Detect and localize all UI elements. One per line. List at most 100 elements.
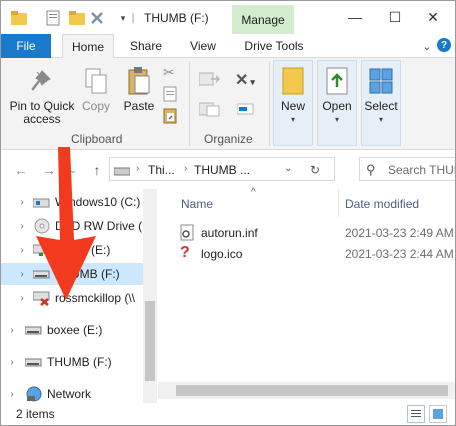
column-header-date[interactable]: Date modified [345,197,419,211]
new-folder-large-icon [278,66,308,96]
pin-quick-access-button[interactable]: Pin to Quick access [7,66,77,126]
move-to-icon[interactable] [198,70,221,88]
chevron-right-icon[interactable]: › [17,269,27,280]
nav-scrollbar-thumb[interactable] [145,301,155,381]
ribbon-overflow [409,66,453,144]
tree-item-dvd[interactable]: › DVD RW Drive (D [1,215,143,237]
open-icon [322,66,352,96]
recent-locations-icon[interactable]: ⌄ [65,162,81,178]
forward-arrow-icon[interactable]: → [41,162,57,178]
tree-item-windows10[interactable]: › Windows10 (C:) [1,191,143,213]
drive-icon [25,323,43,337]
up-arrow-icon[interactable]: ↑ [89,162,105,178]
paste-button[interactable]: Paste [119,66,159,113]
address-dropdown-icon[interactable]: ⌄ [284,163,292,174]
new-button[interactable]: New ▾ [273,66,313,126]
open-button[interactable]: Open ▾ [317,66,357,126]
file-row[interactable]: ? logo.ico 2021-03-23 2:44 AM [178,244,455,265]
breadcrumb-part2[interactable]: THUMB ... [194,163,250,177]
tab-drive-tools[interactable]: Drive Tools [239,34,309,58]
usb-drive-icon [33,267,51,281]
minimize-button[interactable]: — [341,6,369,28]
divider-icon: | [131,12,135,24]
tab-share[interactable]: Share [121,34,171,58]
address-bar[interactable]: › Thi... › THUMB ... ⌄ ↻ [109,157,335,181]
chevron-right-icon[interactable]: › [7,325,17,336]
column-separator[interactable] [338,189,339,217]
select-button[interactable]: Select ▾ [358,66,404,126]
settings-file-icon [180,224,194,242]
search-box[interactable]: ⚲ Search THUMB [359,157,455,181]
large-icons-view-icon[interactable] [429,405,447,423]
tab-manage[interactable]: Manage [232,5,294,34]
select-grid-icon [366,66,396,96]
delete-button-icon[interactable]: ✕ ▾ [235,70,259,89]
open-dropdown-icon: ▾ [334,115,339,124]
tab-file[interactable]: File [1,34,51,58]
search-placeholder: Search THUMB [388,163,455,177]
tree-label: THUMB (F:) [47,355,112,369]
ribbon: Pin to Quick access Copy Paste ✂ Clipboa… [1,58,455,150]
properties-icon[interactable] [45,10,61,26]
file-list-scrollbar-thumb[interactable] [176,385,448,396]
windows-drive-icon [33,195,51,209]
copy-icon [81,66,111,96]
chevron-right-icon[interactable]: › [17,221,27,232]
tree-item-boxee-root[interactable]: › boxee (E:) [1,319,143,341]
open-label: Open [322,99,352,113]
close-button[interactable]: ✕ [419,6,447,28]
tree-label: Network [47,387,92,401]
chevron-right-icon[interactable]: › [7,389,17,400]
tree-item-thumb-selected[interactable]: › THUMB (F:) [1,263,143,285]
drive-icon [113,165,131,176]
file-row[interactable]: autorun.inf 2021-03-23 2:49 AM [178,223,455,244]
chevron-right-icon[interactable]: › [17,245,27,256]
file-name: autorun.inf [201,226,258,240]
tree-item-thumb-root[interactable]: › THUMB (F:) [1,351,143,373]
breadcrumb-separator-icon: › [184,163,188,174]
paste-shortcut-icon[interactable] [163,108,179,124]
breadcrumb-part1[interactable]: Thi... [148,163,175,177]
clipboard-group-label: Clipboard [71,132,123,146]
tree-label: Windows10 (C:) [55,195,141,209]
network-icon [25,385,43,403]
sort-ascending-icon: ^ [251,187,256,198]
chevron-right-icon[interactable]: › [17,293,27,304]
delete-icon[interactable] [89,10,105,26]
maximize-button[interactable]: ☐ [381,6,409,28]
cut-icon[interactable]: ✂ [163,64,179,80]
rename-icon[interactable] [236,100,257,118]
chevron-right-icon[interactable]: › [7,357,17,368]
copy-path-icon[interactable] [163,86,179,102]
paste-label: Paste [123,99,155,113]
breadcrumb-separator-icon: › [136,163,140,174]
item-count: 2 items [16,407,55,421]
disconnected-drive-icon [33,289,51,307]
tree-item-boxee[interactable]: › boxee (E:) [1,239,143,261]
navigation-bar: ← → ⌄ ↑ › Thi... › THUMB ... ⌄ ↻ ⚲ Searc… [1,151,455,189]
tree-item-rossmckillop[interactable]: › rossmckillop (\\ [1,287,143,309]
search-icon: ⚲ [366,162,376,177]
help-icon[interactable]: ? [437,38,451,52]
chevron-right-icon[interactable]: › [17,197,27,208]
tab-home[interactable]: Home [62,34,114,59]
column-header-name[interactable]: Name [181,197,213,211]
tab-view[interactable]: View [183,34,223,58]
tree-item-network[interactable]: › Network [1,383,143,405]
network-drive-icon [33,243,51,257]
copy-to-icon[interactable] [198,100,221,118]
explorer-icon[interactable] [11,10,27,26]
title-bar: ▾ | THUMB (F:) Manage — ☐ ✕ [1,1,455,34]
new-dropdown-icon: ▾ [290,115,295,124]
copy-button[interactable]: Copy [79,66,113,113]
organize-group-label: Organize [204,132,253,146]
collapse-ribbon-icon[interactable]: ⌄ [419,38,435,54]
back-arrow-icon[interactable]: ← [13,162,29,178]
ribbon-tabs: File Home Share View Drive Tools ⌄ ? [1,34,455,59]
refresh-icon[interactable]: ↻ [310,163,320,177]
details-view-icon[interactable] [407,405,425,423]
unknown-file-icon: ? [180,244,190,261]
new-folder-icon[interactable] [69,10,85,26]
tree-label: rossmckillop (\\ [55,291,136,305]
tree-label: DVD RW Drive (D [55,219,143,233]
